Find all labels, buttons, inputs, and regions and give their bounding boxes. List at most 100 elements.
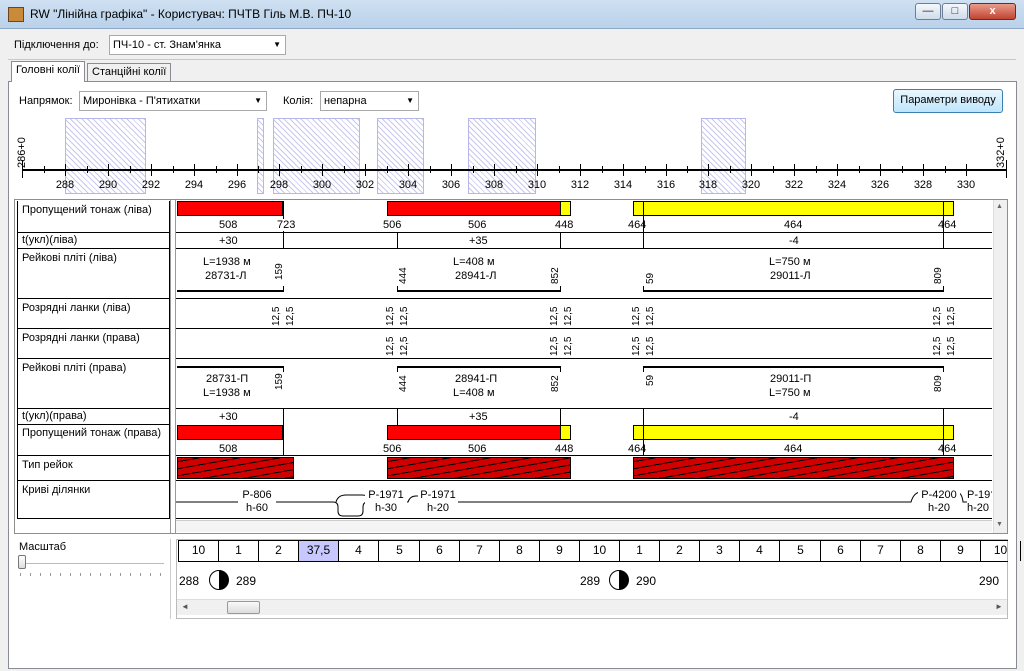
slab-start: 59 xyxy=(645,374,656,386)
ruler-minor-tick xyxy=(173,166,174,173)
ruler-tick-label: 310 xyxy=(527,179,547,191)
row-line xyxy=(176,518,992,519)
scale-slider-track[interactable] xyxy=(20,563,164,564)
joint-value: 12,5 xyxy=(399,336,410,356)
picket-cell[interactable]: 8 xyxy=(500,541,540,561)
picket-cell[interactable]: 10 xyxy=(179,541,219,561)
ruler-tick xyxy=(580,164,581,176)
ruler-tick xyxy=(537,164,538,176)
ruler-minor-tick xyxy=(344,166,345,173)
picket-cell[interactable]: 9 xyxy=(941,541,981,561)
picket-cell[interactable]: 5 xyxy=(380,541,420,561)
picket-cell[interactable]: 7 xyxy=(460,541,500,561)
picket-cell[interactable]: 4 xyxy=(339,541,379,561)
rail-type-segment xyxy=(177,457,294,479)
picket-cell[interactable]: 9 xyxy=(540,541,580,561)
tonnage-value: 506 xyxy=(468,219,487,231)
scroll-thumb[interactable] xyxy=(227,601,260,614)
ruler-tick-label: 300 xyxy=(312,179,332,191)
scroll-left-icon[interactable]: ◄ xyxy=(181,602,189,611)
t-value: +30 xyxy=(219,235,238,247)
connection-select[interactable]: ПЧ-10 - ст. Знам'янка ▼ xyxy=(109,35,286,55)
joint-value: 12,5 xyxy=(549,336,560,356)
horizontal-scrollbar[interactable]: ◄ ► xyxy=(177,599,1007,615)
curve-height: h-30 xyxy=(374,502,398,514)
t-value: +30 xyxy=(219,411,238,423)
ruler-start-label: 286+0 xyxy=(16,137,28,168)
picket-cell[interactable]: 5 xyxy=(781,541,821,561)
row-label-right-border xyxy=(169,201,170,519)
output-params-button[interactable]: Параметри виводу xyxy=(893,89,1003,113)
tonnage-value: 448 xyxy=(555,443,574,455)
segment-line xyxy=(283,425,284,455)
direction-select[interactable]: Миронівка - П'ятихатки ▼ xyxy=(79,91,267,111)
ruler-minor-tick xyxy=(387,166,388,173)
tonnage-value: 464 xyxy=(784,219,803,231)
joint-value: 12,5 xyxy=(645,306,656,326)
tonnage-value: 464 xyxy=(628,219,647,231)
slab-line xyxy=(643,290,944,292)
slab-id: 28731-П xyxy=(206,373,249,385)
ruler-minor-tick xyxy=(902,166,903,173)
tonnage-value: 723 xyxy=(277,219,296,231)
tab-station-tracks[interactable]: Станційні колії xyxy=(87,63,172,82)
tonnage-bar xyxy=(560,425,571,440)
track-select[interactable]: непарна ▼ xyxy=(320,91,419,111)
row-label-left-border xyxy=(17,201,18,519)
curve-height: h-60 xyxy=(245,502,269,514)
slab-length: L=750 м xyxy=(769,387,811,399)
picket-cell[interactable]: 10 xyxy=(981,541,1021,561)
picket-cell[interactable]: 6 xyxy=(821,541,861,561)
chevron-down-icon: ▼ xyxy=(254,96,262,105)
picket-cell[interactable]: 6 xyxy=(420,541,460,561)
slab-end-tick xyxy=(283,366,284,372)
ruler-tick-label: 322 xyxy=(784,179,804,191)
t-value: +35 xyxy=(469,411,488,423)
segment-line xyxy=(397,233,398,248)
ruler-tick-label: 328 xyxy=(913,179,933,191)
picket-cell[interactable]: 2 xyxy=(259,541,299,561)
scroll-up-icon[interactable]: ▲ xyxy=(996,203,1003,210)
close-button[interactable]: x xyxy=(969,3,1016,20)
t-value: +35 xyxy=(469,235,488,247)
ruler-minor-tick xyxy=(216,166,217,173)
ruler-tick xyxy=(494,164,495,176)
chevron-down-icon: ▼ xyxy=(406,96,414,105)
t-value: -4 xyxy=(789,235,799,247)
ruler-tick xyxy=(194,164,195,176)
minimize-button[interactable]: — xyxy=(915,3,941,20)
curves-profile xyxy=(176,489,992,517)
tonnage-value: 506 xyxy=(468,443,487,455)
curve-radius: Р-806 xyxy=(242,489,272,501)
ruler-minor-tick xyxy=(859,166,860,173)
picket-cell[interactable]: 2 xyxy=(660,541,700,561)
slab-id: 28731-Л xyxy=(205,270,247,282)
picket-cell[interactable]: 1 xyxy=(219,541,259,561)
picket-cell[interactable]: 3 xyxy=(700,541,740,561)
app-icon xyxy=(8,7,24,22)
slab-end: 159 xyxy=(274,373,285,390)
connection-value: ПЧ-10 - ст. Знам'янка xyxy=(113,39,222,51)
picket-cell[interactable]: 8 xyxy=(901,541,941,561)
row-line xyxy=(176,358,992,359)
segment-line xyxy=(943,233,944,248)
scale-slider-thumb[interactable] xyxy=(18,555,26,569)
ruler-minor-tick xyxy=(559,166,560,173)
picket-cell[interactable]: 37,5 xyxy=(299,541,339,561)
maximize-button[interactable]: □ xyxy=(942,3,968,20)
ruler-tick-label: 296 xyxy=(227,179,247,191)
ruler-minor-tick xyxy=(687,166,688,173)
picket-cell[interactable]: 4 xyxy=(740,541,780,561)
vertical-scrollbar[interactable]: ▲ ▼ xyxy=(993,200,1007,533)
picket-cell[interactable]: 10 xyxy=(580,541,620,561)
scroll-down-icon[interactable]: ▼ xyxy=(996,521,1003,528)
tonnage-bar xyxy=(387,201,561,216)
curve-label: Р-4200 h-20 xyxy=(918,489,960,515)
tab-main-tracks[interactable]: Головні колії xyxy=(11,61,85,82)
scroll-right-icon[interactable]: ► xyxy=(995,602,1003,611)
picket-cell[interactable]: 1 xyxy=(620,541,660,561)
ruler-minor-tick xyxy=(301,166,302,173)
picket-cell[interactable]: 7 xyxy=(861,541,901,561)
track-value: непарна xyxy=(324,95,367,107)
km-post-icon xyxy=(209,570,229,590)
